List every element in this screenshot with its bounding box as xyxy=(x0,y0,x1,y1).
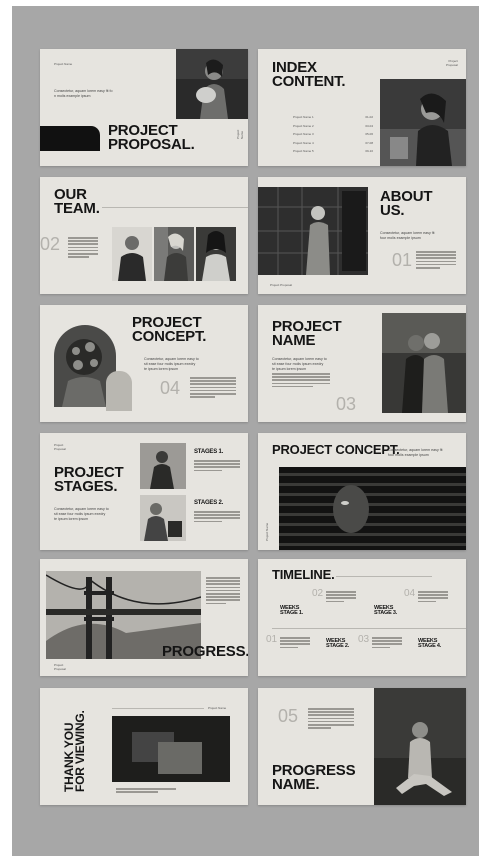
slide-index-content[interactable]: INDEX CONTENT. Project Proposal Project … xyxy=(258,49,466,166)
slide-title: PROJECT NAME xyxy=(272,318,342,349)
body-text-lines xyxy=(308,708,354,730)
body-text-lines xyxy=(272,373,330,389)
slide-project-concept[interactable]: PROJECT CONCEPT. Consectetur, aquam lore… xyxy=(40,305,248,422)
side-label: Project Name xyxy=(265,522,269,541)
slide-timeline[interactable]: TIMELINE. 02 04 Weeks Stage 1. Weeks Sta… xyxy=(258,559,466,676)
index-item-page: 05-06 xyxy=(365,132,373,136)
stage-1-text-lines xyxy=(194,460,240,473)
grey-accent-block xyxy=(106,371,132,411)
small-label: Project Name xyxy=(54,62,73,66)
timeline-stage-label: Weeks Stage 1. xyxy=(280,605,304,617)
timeline-number: 01 xyxy=(266,634,278,645)
timeline-text-lines xyxy=(372,637,402,650)
body-text-lines xyxy=(206,577,240,606)
stage-photo-1 xyxy=(140,443,186,489)
slide-number: 05 xyxy=(278,706,299,726)
index-item-name: Project Name 4 xyxy=(293,140,314,145)
slide-title: THANK YOU FOR VIEWING. xyxy=(62,710,88,792)
slide-project-name[interactable]: PROJECT NAME Consectetur, aquam lorem ea… xyxy=(258,305,466,422)
timeline-number: 04 xyxy=(404,588,416,599)
black-bar xyxy=(40,126,100,151)
body-text-lines xyxy=(190,377,236,399)
index-item-name: Project Name 5 xyxy=(293,149,314,153)
stage-2-label: Stages 2. xyxy=(194,500,224,506)
team-member-photo xyxy=(196,227,236,281)
intro-text: Consectetur, aquam lorem easy fit four m… xyxy=(380,231,435,240)
body-text-lines xyxy=(416,251,456,270)
side-label: Project Name xyxy=(236,129,244,139)
index-item-page: 07-08 xyxy=(365,140,373,145)
slide-title: ABOUT US. xyxy=(380,188,433,219)
slide-number: 04 xyxy=(160,378,181,398)
stage-photo-2 xyxy=(140,495,186,541)
slide-number: 02 xyxy=(40,234,61,254)
slide-title: TIMELINE. xyxy=(272,567,335,582)
index-item-name: Project Name 3 xyxy=(293,132,314,136)
woman-phone-photo xyxy=(380,79,466,166)
team-member-photo xyxy=(112,227,152,281)
intro-text: Consectetur, aquam lorem easy to sit eas… xyxy=(272,357,327,371)
index-list: Project Name 1 01-02 Project Name 2 03-04 … xyxy=(293,115,373,158)
slide-title: PROJECT PROPOSAL. xyxy=(108,122,195,153)
presentation-template-board: Project Name Consectetur, aquam lorem ea… xyxy=(12,6,479,856)
timeline-stage-label: Weeks Stage 2. xyxy=(326,638,350,650)
slide-number: 01 xyxy=(392,250,413,270)
woman-portrait-photo xyxy=(176,49,248,119)
timeline-arrow-line xyxy=(336,576,432,577)
slide-project-stages[interactable]: Project Proposal PROJECT STAGES. Consect… xyxy=(40,433,248,550)
corner-label: Project Proposal xyxy=(446,59,458,67)
seated-man-photo xyxy=(374,688,466,805)
slide-project-proposal[interactable]: Project Name Consectetur, aquam lorem ea… xyxy=(40,49,248,166)
footer-label: Project Proposal xyxy=(270,283,293,287)
timeline-axis xyxy=(272,628,466,629)
dark-object-photo xyxy=(112,716,230,782)
timeline-stage-label: Weeks Stage 4. xyxy=(418,638,442,650)
slide-title: INDEX CONTENT. xyxy=(272,59,346,90)
intro-text: Consectetur, aquam lorem easy fit four m… xyxy=(388,448,443,457)
slide-our-team[interactable]: OUR TEAM. 02 xyxy=(40,177,248,294)
body-text-lines xyxy=(116,788,176,794)
intro-text: Consectetur, aquam lorem easy to sit eas… xyxy=(54,507,109,521)
slide-progress-name[interactable]: 05 PROGRESS NAME. xyxy=(258,688,466,805)
divider-line xyxy=(112,708,204,709)
index-item-name: Project Name 1 xyxy=(293,115,314,119)
timeline-text-lines xyxy=(280,637,310,650)
timeline-number: 02 xyxy=(312,588,324,599)
slide-title: PROJECT CONCEPT. xyxy=(272,442,400,457)
blinds-portrait-photo xyxy=(279,467,466,550)
slide-title: OUR TEAM. xyxy=(54,186,100,217)
timeline-number: 03 xyxy=(358,634,370,645)
stage-2-text-lines xyxy=(194,511,240,524)
stage-1-label: Stages 1. xyxy=(194,449,224,455)
corner-label: Project Proposal xyxy=(54,443,66,451)
intro-text: Consectetur, aquam lorem easy to sit eas… xyxy=(144,357,199,371)
index-item-page: 01-02 xyxy=(365,115,373,119)
slide-number: 03 xyxy=(336,394,357,414)
divider-line xyxy=(102,207,248,208)
slide-title: PROGRESS. xyxy=(162,643,248,660)
slide-title: PROJECT STAGES. xyxy=(54,464,124,495)
timeline-text-lines xyxy=(326,591,356,604)
corner-label: Project Name xyxy=(208,706,227,710)
index-item-name: Project Name 2 xyxy=(293,123,314,128)
slide-progress[interactable]: PROGRESS. Project Proposal xyxy=(40,559,248,676)
slide-title: PROGRESS NAME. xyxy=(272,762,356,793)
body-text-lines xyxy=(68,237,98,259)
couple-photo xyxy=(382,313,466,413)
slide-about-us[interactable]: ABOUT US. Consectetur, aquam lorem easy … xyxy=(258,177,466,294)
timeline-stage-label: Weeks Stage 3. xyxy=(374,605,398,617)
team-member-photo xyxy=(154,227,194,281)
slide-project-concept-blinds[interactable]: PROJECT CONCEPT. Consectetur, aquam lore… xyxy=(258,433,466,550)
index-item-page: 09-10 xyxy=(365,149,373,153)
window-portrait-photo xyxy=(258,187,368,275)
slide-title: PROJECT CONCEPT. xyxy=(132,314,207,345)
intro-text: Consectetur, aquam lorem easy fit fo n m… xyxy=(54,89,113,98)
slide-thank-you[interactable]: THANK YOU FOR VIEWING. Project Name xyxy=(40,688,248,805)
footer-label: Project Proposal xyxy=(54,663,66,671)
timeline-text-lines xyxy=(418,591,448,604)
index-item-page: 03-04 xyxy=(365,123,373,128)
